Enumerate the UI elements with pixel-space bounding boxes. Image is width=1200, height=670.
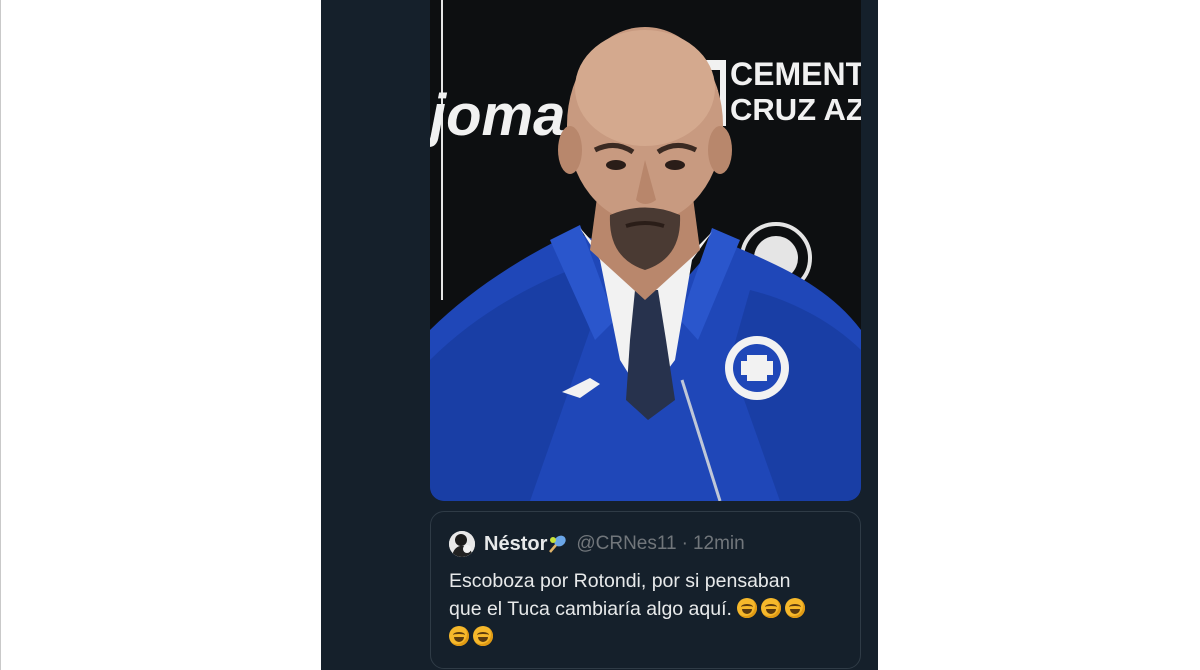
rolling-on-floor-laughing-icon <box>449 626 469 646</box>
racket-icon <box>549 535 567 553</box>
tweet-text-line-1: Escoboza por Rotondi, por si pensaban <box>449 570 791 592</box>
photo-illustration: joma CEMENTO CRUZ AZUL <box>430 0 861 501</box>
avatar-image <box>449 531 475 557</box>
tweet-photo[interactable]: joma CEMENTO CRUZ AZUL <box>430 0 861 501</box>
timestamp[interactable]: 12min <box>693 533 745 555</box>
quoted-tweet[interactable]: Néstor @CRNes11 · 12min Escoboza por Rot… <box>430 511 861 669</box>
rolling-on-floor-laughing-icon <box>785 598 806 618</box>
rolling-on-floor-laughing-icon <box>473 626 493 646</box>
backdrop-sponsor-right-1: CEMENTO <box>730 56 861 92</box>
window-left-border <box>0 0 1 670</box>
tweet-card[interactable]: joma CEMENTO CRUZ AZUL <box>321 0 878 670</box>
quoted-tweet-header: Néstor @CRNes11 · 12min <box>449 530 745 558</box>
avatar[interactable] <box>449 531 475 557</box>
display-name[interactable]: Néstor <box>484 533 547 556</box>
rolling-on-floor-laughing-icon <box>737 598 758 618</box>
backdrop-sponsor-left: joma <box>430 83 565 148</box>
backdrop-sponsor-right-2: CRUZ AZUL <box>730 92 861 127</box>
meta-separator: · <box>681 533 688 554</box>
quoted-tweet-text: Escoboza por Rotondi, por si pensaban qu… <box>449 567 849 651</box>
rolling-on-floor-laughing-icon <box>761 598 782 618</box>
tweet-text-line-2: que el Tuca cambiaría algo aquí. <box>449 598 732 620</box>
user-handle[interactable]: @CRNes11 <box>576 533 676 555</box>
